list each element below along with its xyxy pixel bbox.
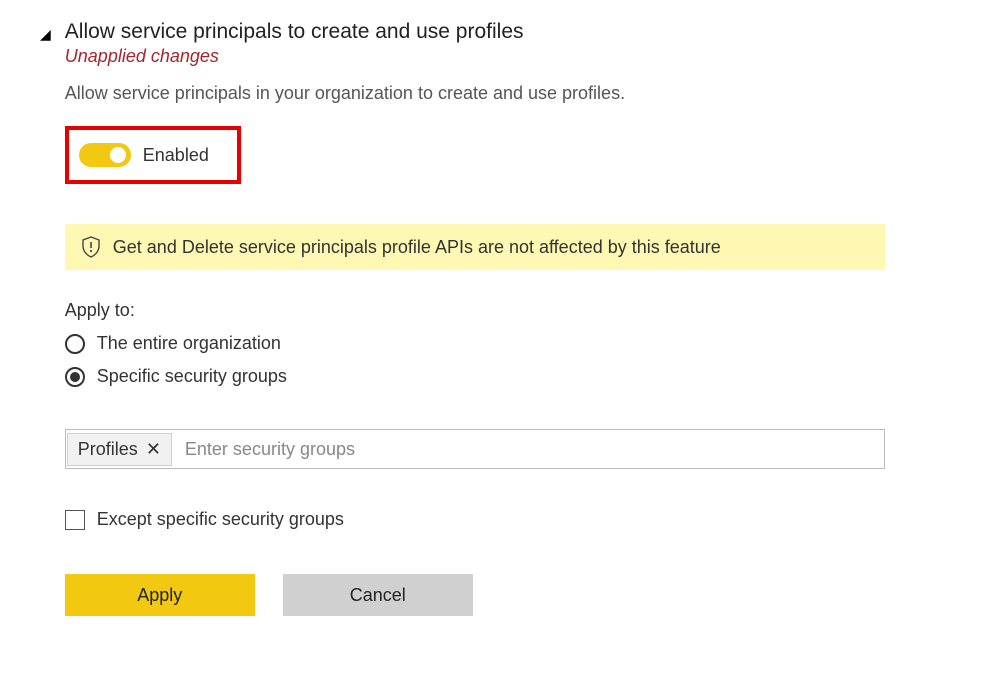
shield-warning-icon: [81, 236, 101, 258]
radio-selected-dot: [70, 372, 80, 382]
apply-button[interactable]: Apply: [65, 574, 255, 616]
cancel-button[interactable]: Cancel: [283, 574, 473, 616]
radio-specific-security-groups[interactable]: Specific security groups: [65, 366, 941, 387]
collapse-caret-icon[interactable]: ◢: [40, 20, 51, 43]
radio-entire-organization[interactable]: The entire organization: [65, 333, 941, 354]
security-group-chip: Profiles ✕: [67, 433, 172, 466]
radio-label: Specific security groups: [97, 366, 287, 387]
info-banner: Get and Delete service principals profil…: [65, 224, 885, 270]
enabled-toggle-highlight: Enabled: [65, 126, 241, 184]
enabled-toggle[interactable]: [79, 143, 131, 167]
except-groups-checkbox-row[interactable]: Except specific security groups: [65, 509, 941, 530]
radio-icon: [65, 367, 85, 387]
except-groups-label: Except specific security groups: [97, 509, 344, 530]
security-groups-input-row: Profiles ✕: [65, 429, 885, 469]
action-buttons: Apply Cancel: [65, 574, 941, 616]
chip-remove-icon[interactable]: ✕: [146, 439, 161, 460]
unapplied-changes-label: Unapplied changes: [65, 46, 941, 67]
info-banner-text: Get and Delete service principals profil…: [113, 237, 721, 258]
security-groups-input[interactable]: [173, 430, 884, 468]
setting-body: Allow service principals to create and u…: [65, 20, 941, 616]
radio-label: The entire organization: [97, 333, 281, 354]
toggle-state-label: Enabled: [143, 145, 209, 166]
apply-to-label: Apply to:: [65, 300, 941, 321]
toggle-knob: [110, 147, 126, 163]
chip-label: Profiles: [78, 439, 138, 460]
setting-description: Allow service principals in your organiz…: [65, 83, 941, 104]
except-groups-checkbox[interactable]: [65, 510, 85, 530]
radio-icon: [65, 334, 85, 354]
setting-title: Allow service principals to create and u…: [65, 20, 941, 44]
setting-section: ◢ Allow service principals to create and…: [40, 20, 941, 616]
